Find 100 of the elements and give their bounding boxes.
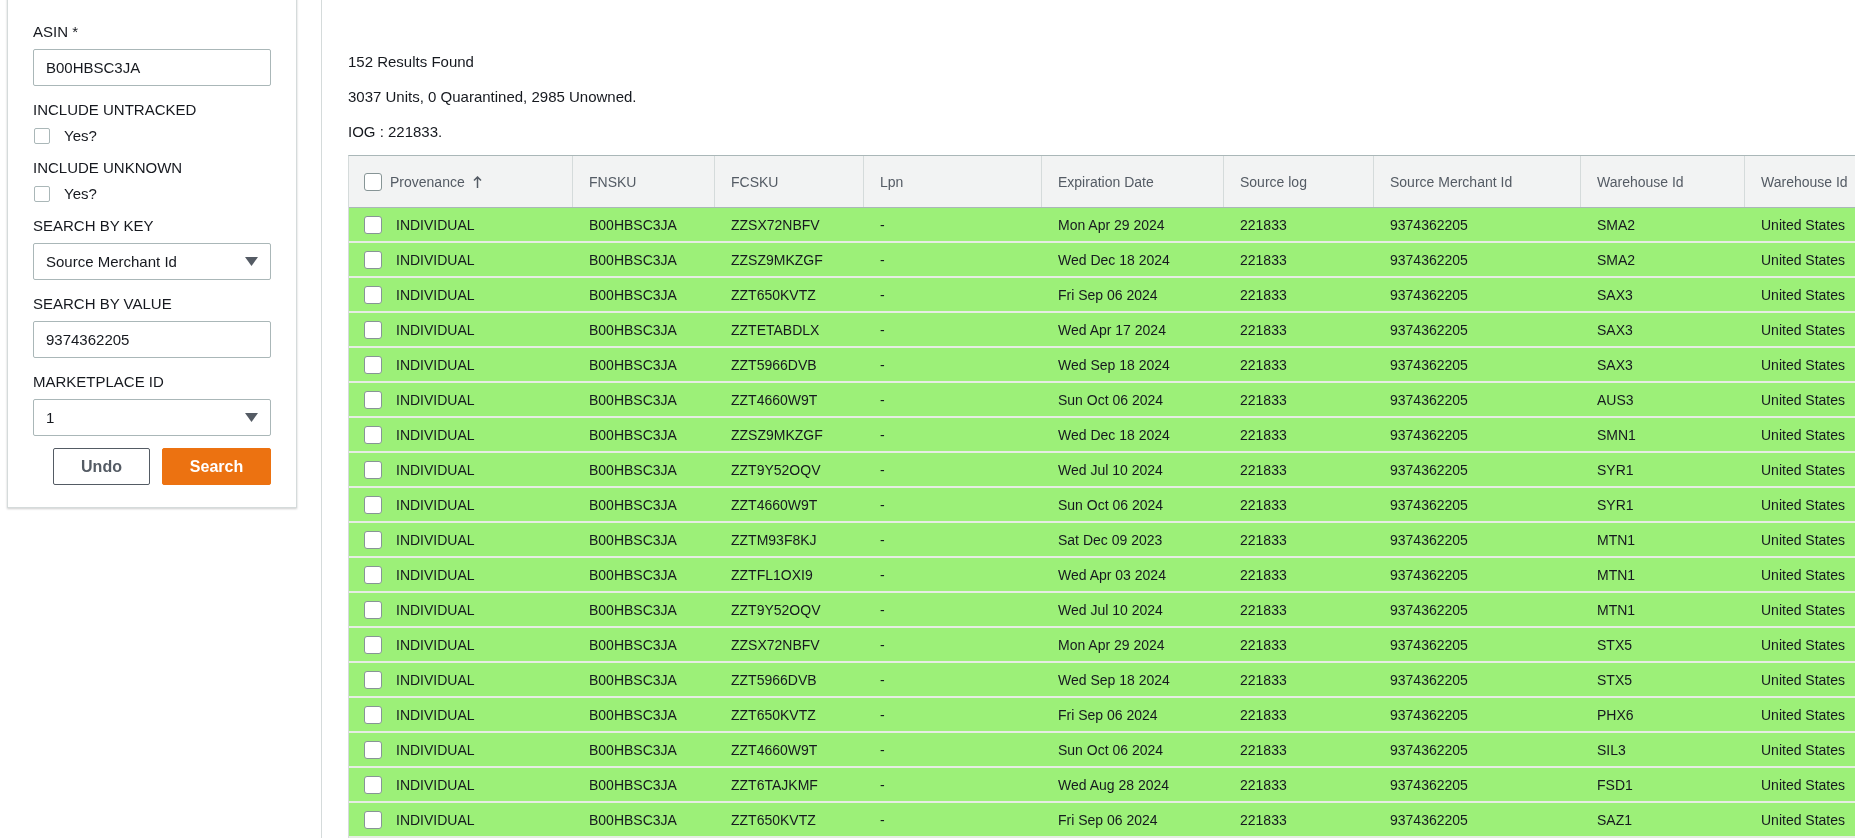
table-cell: United States [1761, 321, 1846, 338]
row-checkbox[interactable] [364, 495, 382, 514]
table-cell: 9374362205 [1390, 776, 1468, 793]
row-checkbox[interactable] [364, 810, 382, 829]
table-row[interactable]: INDIVIDUAL B00HBSC3JA ZZT4660W9T - Sun Oct 06 2024 221833 9374362205 AUS3 United States [349, 383, 1855, 418]
table-row[interactable]: INDIVIDUAL B00HBSC3JA ZZT9Y52OQV - Wed Jul 10 2024 221833 9374362205 SYR1 United States [349, 453, 1855, 488]
table-row[interactable]: INDIVIDUAL B00HBSC3JA ZZTFL1OXI9 - Wed Apr 03 2024 221833 9374362205 MTN1 United States [349, 558, 1855, 593]
table-row[interactable]: INDIVIDUAL B00HBSC3JA ZZT5966DVB - Wed Sep 18 2024 221833 9374362205 SAX3 United States [349, 348, 1855, 383]
table-row[interactable]: INDIVIDUAL B00HBSC3JA ZZTM93F8KJ - Sat Dec 09 2023 221833 9374362205 MTN1 United States [349, 523, 1855, 558]
table-cell: 9374362205 [1390, 461, 1468, 478]
row-checkbox[interactable] [364, 775, 382, 794]
table-cell: United States [1761, 811, 1846, 828]
dropdown[interactable]: Source Merchant Id [33, 243, 271, 280]
row-checkbox[interactable] [364, 670, 382, 689]
table-row[interactable]: INDIVIDUAL B00HBSC3JA ZZT4660W9T - Sun Oct 06 2024 221833 9374362205 SYR1 United States [349, 488, 1855, 523]
table-cell: Wed Aug 28 2024 [1058, 776, 1170, 793]
table-cell: 9374362205 [1390, 811, 1468, 828]
table-cell: B00HBSC3JA [589, 391, 677, 408]
row-checkbox[interactable] [364, 565, 382, 584]
checkbox[interactable] [34, 127, 50, 144]
table-cell: 221833 [1240, 531, 1287, 548]
table-cell: 221833 [1240, 601, 1287, 618]
table-row[interactable]: INDIVIDUAL B00HBSC3JA ZZSX72NBFV - Mon Apr 29 2024 221833 9374362205 STX5 United States [349, 628, 1855, 663]
row-checkbox[interactable] [364, 320, 382, 339]
row-checkbox[interactable] [364, 250, 382, 269]
table-cell: AUS3 [1597, 391, 1634, 408]
table-row[interactable]: INDIVIDUAL B00HBSC3JA ZZT650KVTZ - Fri Sep 06 2024 221833 9374362205 SAZ1 United States [349, 803, 1855, 838]
column-header[interactable]: Expiration Date [1058, 173, 1154, 190]
table-cell: 9374362205 [1390, 601, 1468, 618]
table-cell: Fri Sep 06 2024 [1058, 286, 1158, 303]
row-checkbox[interactable] [364, 600, 382, 619]
table-cell: INDIVIDUAL [396, 251, 475, 268]
row-checkbox[interactable] [364, 355, 382, 374]
table-cell: 221833 [1240, 391, 1287, 408]
row-checkbox[interactable] [364, 740, 382, 759]
table-cell: B00HBSC3JA [589, 636, 677, 653]
summary-text: 152 Results Found [348, 52, 475, 72]
table-cell: 221833 [1240, 706, 1287, 723]
table-row[interactable]: INDIVIDUAL B00HBSC3JA ZZT5966DVB - Wed Sep 18 2024 221833 9374362205 STX5 United States [349, 663, 1855, 698]
undo-button[interactable]: Undo [53, 448, 150, 485]
table-cell: Wed Dec 18 2024 [1058, 426, 1170, 443]
select-all-checkbox[interactable] [364, 172, 382, 191]
table-cell: B00HBSC3JA [589, 426, 677, 443]
checkbox[interactable] [34, 185, 50, 202]
input-field[interactable]: 9374362205 [33, 321, 271, 358]
table-cell: - [880, 636, 885, 653]
column-header[interactable]: Provenance [390, 173, 465, 190]
table-row[interactable]: INDIVIDUAL B00HBSC3JA ZZT650KVTZ - Fri Sep 06 2024 221833 9374362205 PHX6 United States [349, 698, 1855, 733]
table-cell: FSD1 [1597, 776, 1633, 793]
table-cell: 9374362205 [1390, 356, 1468, 373]
column-header[interactable]: Warehouse Id [1761, 173, 1848, 190]
column-header[interactable]: Source log [1240, 173, 1307, 190]
table-cell: - [880, 706, 885, 723]
row-checkbox[interactable] [364, 215, 382, 234]
table-cell: 221833 [1240, 741, 1287, 758]
table-cell: B00HBSC3JA [589, 776, 677, 793]
row-checkbox[interactable] [364, 285, 382, 304]
dropdown[interactable]: 1 [33, 399, 271, 436]
table-cell: 221833 [1240, 286, 1287, 303]
table-cell: 221833 [1240, 671, 1287, 688]
table-row[interactable]: INDIVIDUAL B00HBSC3JA ZZT6TAJKMF - Wed Aug 28 2024 221833 9374362205 FSD1 United States [349, 768, 1855, 803]
table-cell: United States [1761, 286, 1846, 303]
table-cell: United States [1761, 356, 1846, 373]
table-cell: INDIVIDUAL [396, 566, 475, 583]
column-header[interactable]: FNSKU [589, 173, 637, 190]
column-header[interactable]: Source Merchant Id [1390, 173, 1513, 190]
table-cell: INDIVIDUAL [396, 601, 475, 618]
table-row[interactable]: INDIVIDUAL B00HBSC3JA ZZSZ9MKZGF - Wed Dec 18 2024 221833 9374362205 SMN1 United States [349, 418, 1855, 453]
table-cell: B00HBSC3JA [589, 461, 677, 478]
table-cell: 9374362205 [1390, 391, 1468, 408]
column-header[interactable]: Lpn [880, 173, 904, 190]
summary-text: IOG : 221833. [348, 122, 444, 142]
table-cell: - [880, 356, 885, 373]
table-cell: MTN1 [1597, 566, 1636, 583]
table-row[interactable]: INDIVIDUAL B00HBSC3JA ZZSX72NBFV - Mon Apr 29 2024 221833 9374362205 SMA2 United States [349, 208, 1855, 243]
table-cell: Sun Oct 06 2024 [1058, 741, 1164, 758]
table-cell: - [880, 531, 885, 548]
table-row[interactable]: INDIVIDUAL B00HBSC3JA ZZSZ9MKZGF - Wed Dec 18 2024 221833 9374362205 SMA2 United States [349, 243, 1855, 278]
column-header[interactable]: Warehouse Id [1597, 173, 1684, 190]
table-cell: 221833 [1240, 566, 1287, 583]
row-checkbox[interactable] [364, 705, 382, 724]
column-header[interactable]: FCSKU [731, 173, 779, 190]
table-cell: ZZT650KVTZ [731, 706, 816, 723]
table-row[interactable]: INDIVIDUAL B00HBSC3JA ZZT650KVTZ - Fri Sep 06 2024 221833 9374362205 SAX3 United States [349, 278, 1855, 313]
input-field[interactable]: B00HBSC3JA [33, 49, 271, 86]
table-row[interactable]: INDIVIDUAL B00HBSC3JA ZZT9Y52OQV - Wed Jul 10 2024 221833 9374362205 MTN1 United States [349, 593, 1855, 628]
row-checkbox[interactable] [364, 460, 382, 479]
sort-up-arrow-icon[interactable] [472, 175, 482, 188]
field-label: INCLUDE UNTRACKED [33, 100, 198, 120]
row-checkbox[interactable] [364, 530, 382, 549]
table-cell: INDIVIDUAL [396, 391, 475, 408]
table-row[interactable]: INDIVIDUAL B00HBSC3JA ZZTETABDLX - Wed Apr 17 2024 221833 9374362205 SAX3 United States [349, 313, 1855, 348]
table-row[interactable]: INDIVIDUAL B00HBSC3JA ZZT4660W9T - Sun Oct 06 2024 221833 9374362205 SIL3 United States [349, 733, 1855, 768]
table-cell: - [880, 286, 885, 303]
table-cell: 221833 [1240, 811, 1287, 828]
table-cell: SAZ1 [1597, 811, 1632, 828]
row-checkbox[interactable] [364, 390, 382, 409]
row-checkbox[interactable] [364, 635, 382, 654]
row-checkbox[interactable] [364, 425, 382, 444]
table-cell: - [880, 426, 885, 443]
